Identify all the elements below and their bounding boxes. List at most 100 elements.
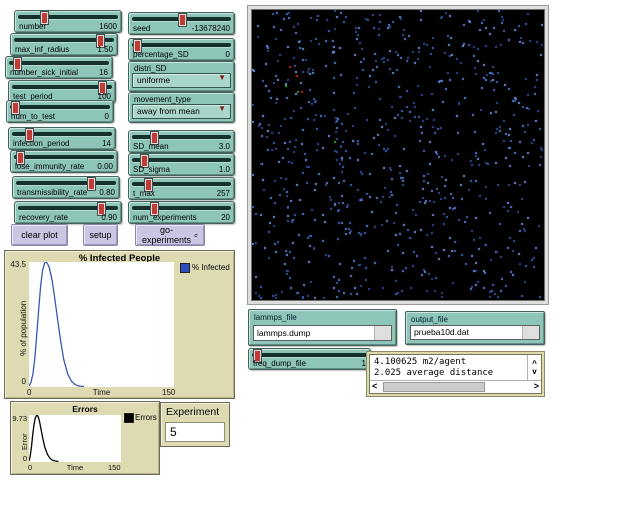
legend-swatch	[180, 263, 190, 273]
legend-swatch	[124, 413, 134, 423]
y-axis-label: Error	[20, 433, 29, 450]
output-file-input[interactable]: output_file prueba10d.dat	[405, 311, 545, 345]
input-label: lammps_file	[254, 313, 297, 322]
slider-num-to-test[interactable]: num_to_test0	[6, 100, 114, 123]
slider-track[interactable]	[10, 105, 110, 109]
plot-canvas	[29, 262, 174, 387]
slider-track[interactable]	[14, 155, 114, 159]
go-experiments-button[interactable]: go-experiments	[135, 224, 205, 246]
netlogo-interface: number1600 max_inf_radius 1.50 number_sic…	[0, 0, 619, 506]
slider-sd-sigma[interactable]: SD_sigma 1.0	[128, 153, 235, 176]
plot-infected-people: % Infected People 43.5 0 % of population…	[4, 250, 235, 399]
plot-canvas	[29, 415, 121, 462]
output-text: 4.100625 m2/agent 2.025 average distance	[374, 357, 525, 379]
slider-track[interactable]	[16, 181, 116, 185]
slider-value: 0.90	[101, 213, 117, 222]
world-view-canvas	[252, 10, 544, 300]
slider-number[interactable]: number1600	[14, 10, 122, 33]
lammps-file-input[interactable]: lammps_file lammps.dump	[248, 309, 397, 346]
world-view-frame	[247, 5, 549, 305]
slider-label: freq_dump_file	[253, 359, 306, 368]
chooser-distri-sd[interactable]: distri_SD uniforme ▼	[128, 61, 235, 92]
slider-track[interactable]	[132, 206, 231, 210]
slider-label: recovery_rate	[19, 213, 68, 222]
slider-track[interactable]	[132, 43, 231, 47]
scroll-left-icon[interactable]: <	[372, 381, 377, 392]
x-max-tick: 150	[108, 463, 121, 472]
slider-seed[interactable]: seed -13678240	[128, 12, 235, 35]
slider-label: seed	[133, 24, 150, 33]
input-value: prueba10d.dat	[414, 327, 469, 337]
slider-track[interactable]	[252, 353, 367, 357]
slider-label: max_inf_radius	[15, 45, 69, 54]
legend-label: Errors	[135, 413, 157, 422]
chooser-value-box[interactable]: uniforme ▼	[132, 73, 231, 88]
y-max-tick: 43.5	[5, 260, 26, 269]
slider-value: 0	[226, 50, 230, 59]
slider-label: num_experiments	[133, 213, 197, 222]
infected-curve	[29, 262, 174, 387]
input-field-end	[522, 326, 539, 339]
button-label: go-experiments	[142, 225, 191, 245]
chooser-label: movement_type	[134, 95, 191, 104]
slider-label: t_max	[133, 189, 155, 198]
slider-value: 20	[221, 213, 230, 222]
forever-icon	[194, 230, 198, 241]
clear-plot-button[interactable]: clear plot	[11, 224, 68, 246]
slider-label: number	[19, 22, 46, 31]
button-label: clear plot	[21, 230, 58, 240]
input-field[interactable]: lammps.dump	[253, 325, 392, 341]
scroll-right-icon[interactable]: >	[534, 381, 539, 392]
slider-t-max[interactable]: t_max 257	[128, 177, 235, 200]
slider-percentage-sd[interactable]: percentage_SD0	[128, 38, 235, 61]
chooser-value-box[interactable]: away from mean ▼	[132, 104, 231, 119]
scrollbar-thumb[interactable]	[383, 382, 485, 392]
chooser-value: uniforme	[137, 75, 170, 85]
scroll-down-icon[interactable]: v	[532, 368, 536, 376]
x-axis-label: Time	[29, 388, 174, 397]
slider-value: 257	[217, 189, 230, 198]
slider-label: SD_mean	[133, 142, 169, 151]
button-label: setup	[89, 230, 111, 240]
slider-value: 0	[105, 112, 109, 121]
slider-max-inf-radius[interactable]: max_inf_radius 1.50	[10, 33, 118, 56]
vertical-scrollbar[interactable]: ^ v	[527, 355, 541, 381]
slider-recovery-rate[interactable]: recovery_rate 0.90	[14, 201, 122, 224]
slider-freq-dump-file[interactable]: freq_dump_file1	[248, 348, 371, 370]
y-axis-label: % of population	[19, 301, 28, 356]
slider-label: number_sick_initial	[10, 68, 78, 77]
slider-sd-mean[interactable]: SD_mean 3.0	[128, 130, 235, 153]
x-max-tick: 150	[162, 388, 175, 397]
input-field[interactable]: prueba10d.dat	[410, 325, 540, 340]
slider-label: SD_sigma	[133, 165, 170, 174]
slider-track[interactable]	[18, 15, 118, 19]
slider-value: 1.0	[219, 165, 230, 174]
input-value: lammps.dump	[257, 328, 310, 338]
horizontal-scrollbar[interactable]: < >	[370, 380, 541, 393]
chooser-movement-type[interactable]: movement_type away from mean ▼	[128, 92, 235, 123]
slider-track[interactable]	[132, 135, 231, 139]
slider-label: transmissibility_rate	[17, 188, 87, 197]
chevron-down-icon: ▼	[218, 105, 226, 113]
setup-button[interactable]: setup	[83, 224, 118, 246]
chevron-down-icon: ▼	[218, 74, 226, 82]
slider-lose-immunity-rate[interactable]: lose_immunity_rate0.00	[10, 150, 118, 173]
slider-track[interactable]	[9, 61, 109, 65]
slider-value: 1.50	[97, 45, 113, 54]
slider-track[interactable]	[12, 85, 112, 89]
slider-value: 0.80	[99, 188, 115, 197]
experiment-monitor: Experiment 5	[160, 402, 230, 447]
chooser-label: distri_SD	[134, 64, 166, 73]
input-label: output_file	[411, 315, 448, 324]
slider-num-experiments[interactable]: num_experiments 20	[128, 201, 235, 224]
y-max-tick: 9.73	[11, 414, 27, 423]
slider-value: -13678240	[192, 24, 230, 33]
world-view	[251, 9, 545, 301]
slider-number-sick-initial[interactable]: number_sick_initial16	[5, 56, 113, 79]
legend-label: % Infected	[192, 263, 230, 272]
slider-infection-period[interactable]: infection_period14	[8, 127, 116, 150]
slider-transmissibility-rate[interactable]: transmissibility_rate 0.80	[12, 176, 120, 199]
y-min-tick: 0	[5, 377, 26, 386]
slider-value: 0.00	[97, 162, 113, 171]
slider-value: 3.0	[219, 142, 230, 151]
